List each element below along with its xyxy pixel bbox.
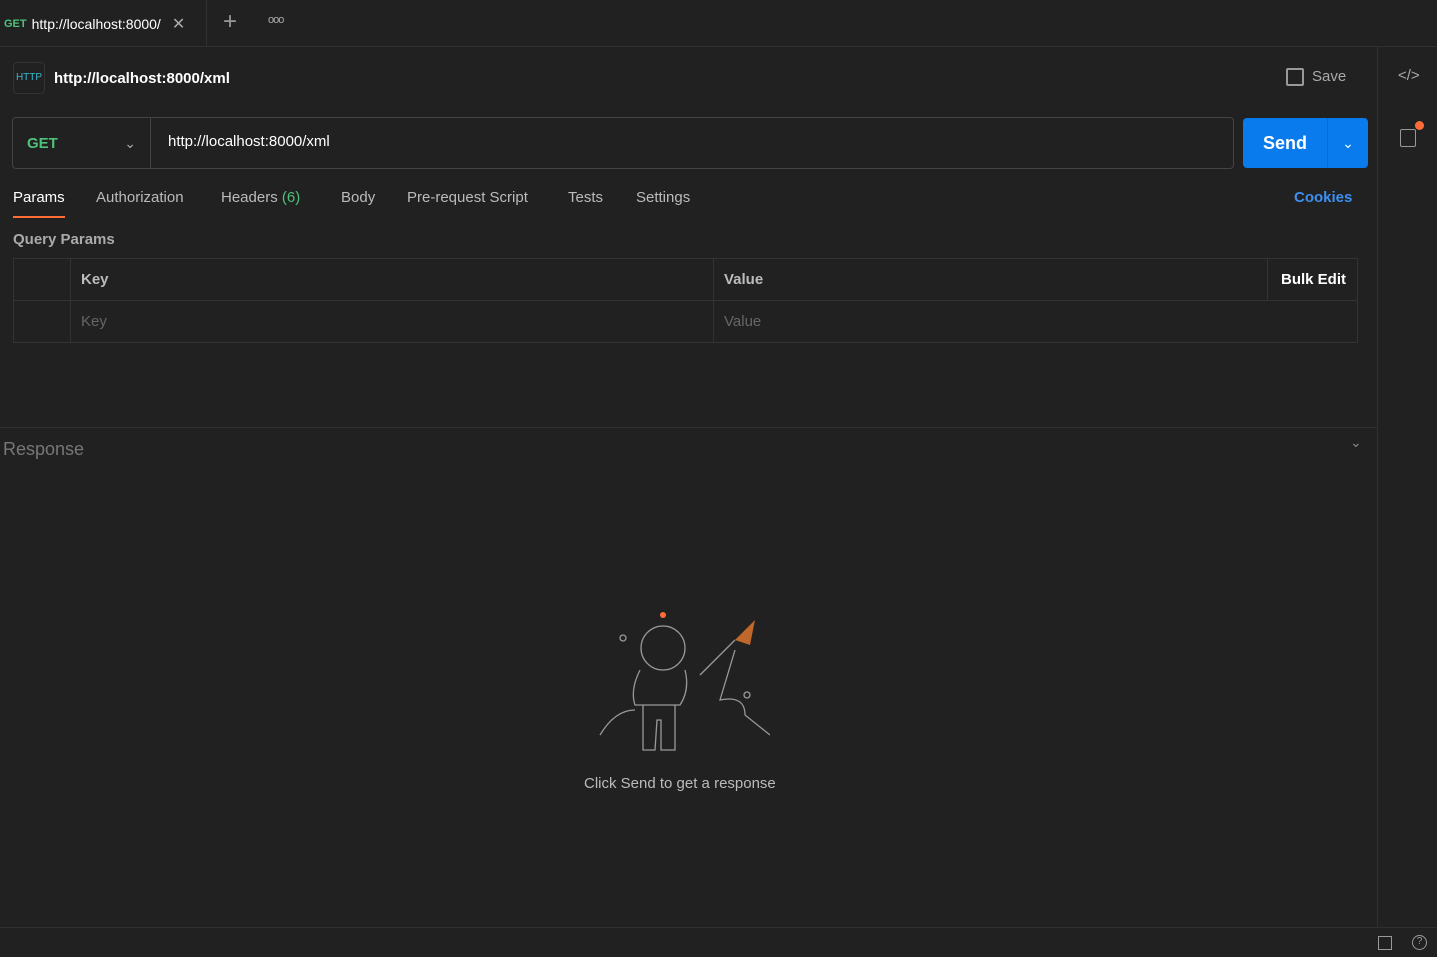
help-icon[interactable]: ?	[1412, 935, 1427, 950]
send-button[interactable]: Send ⌄	[1243, 118, 1368, 168]
table-header-row: Key Value Bulk Edit	[13, 258, 1358, 301]
tab-pre-request-script[interactable]: Pre-request Script	[407, 189, 528, 206]
checkbox-column	[13, 258, 71, 301]
request-tab[interactable]: GET http://localhost:8000/ ✕	[0, 0, 207, 47]
tab-method: GET	[4, 17, 27, 30]
divider	[0, 427, 1377, 428]
send-options-chevron-icon[interactable]: ⌄	[1327, 118, 1368, 168]
chevron-down-icon: ⌄	[124, 134, 136, 151]
http-icon: HTTP	[13, 62, 45, 94]
tab-body[interactable]: Body	[341, 189, 375, 206]
key-header: Key	[70, 258, 714, 301]
headers-label: Headers	[221, 189, 278, 206]
save-label: Save	[1312, 68, 1347, 85]
docs-icon[interactable]	[1400, 129, 1416, 147]
notification-dot	[1415, 121, 1424, 130]
method-value: GET	[27, 134, 58, 152]
close-icon[interactable]: ✕	[172, 14, 185, 34]
tab-title: http://localhost:8000/	[31, 15, 161, 32]
method-select[interactable]: GET ⌄	[13, 118, 151, 168]
astronaut-illustration	[599, 612, 771, 751]
value-input[interactable]: Value	[713, 300, 1358, 343]
more-icon[interactable]: ooo	[268, 14, 284, 26]
status-bar: ?	[0, 927, 1437, 957]
query-params-table: Key Value Bulk Edit Key Value	[13, 258, 1358, 343]
save-button[interactable]: Save	[1286, 68, 1346, 86]
url-input[interactable]: http://localhost:8000/xml	[168, 133, 330, 150]
send-label: Send	[1262, 132, 1307, 153]
table-row: Key Value	[13, 300, 1358, 343]
empty-response-message: Click Send to get a response	[584, 775, 776, 792]
url-bar: GET ⌄ http://localhost:8000/xml	[12, 117, 1234, 169]
tab-headers[interactable]: Headers (6)	[221, 189, 300, 206]
request-title: http://localhost:8000/xml	[54, 70, 230, 87]
tab-tests[interactable]: Tests	[568, 189, 603, 206]
headers-count: (6)	[281, 189, 301, 206]
tab-authorization[interactable]: Authorization	[96, 189, 184, 206]
tab-bar: GET http://localhost:8000/ ✕ + ooo	[0, 0, 1437, 47]
collapse-chevron-icon[interactable]: ⌄	[1350, 434, 1362, 451]
tab-settings[interactable]: Settings	[636, 189, 690, 206]
response-title: Response	[3, 439, 85, 459]
cookies-link[interactable]: Cookies	[1294, 189, 1352, 206]
query-params-title: Query Params	[13, 231, 115, 248]
bulk-edit-button[interactable]: Bulk Edit	[1267, 258, 1358, 301]
save-icon	[1286, 68, 1304, 86]
row-checkbox	[13, 300, 71, 343]
tab-params[interactable]: Params	[13, 189, 65, 218]
plus-icon[interactable]: +	[223, 8, 237, 36]
right-sidebar: </>	[1377, 47, 1437, 927]
key-input[interactable]: Key	[70, 300, 714, 343]
value-header: Value	[713, 258, 1268, 301]
code-icon[interactable]: </>	[1398, 67, 1420, 84]
layout-icon[interactable]	[1378, 936, 1392, 950]
